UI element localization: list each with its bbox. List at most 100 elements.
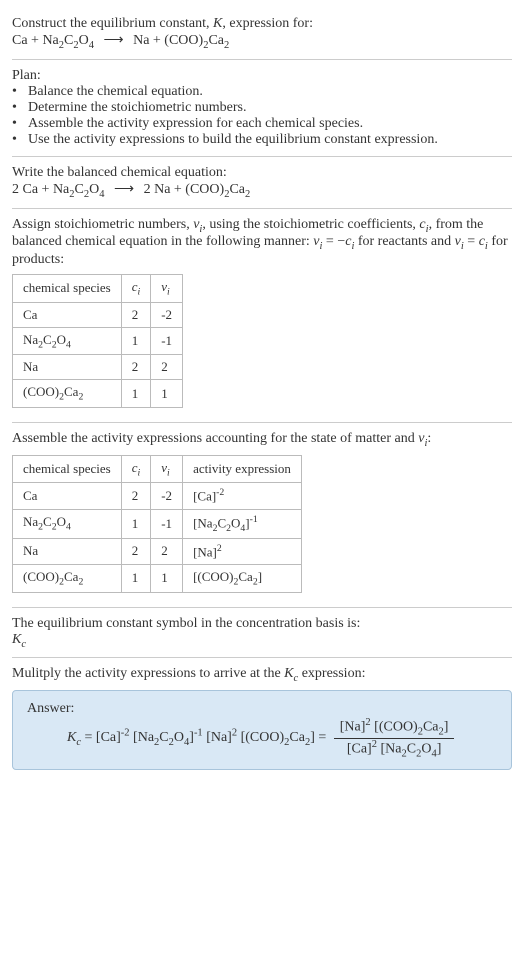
plan-item-text: Determine the stoichiometric numbers.	[28, 100, 247, 116]
col-vi: νi	[151, 275, 183, 303]
txt: expression:	[298, 666, 365, 681]
kc-text: The equilibrium constant symbol in the c…	[12, 616, 512, 632]
cell-v: -2	[151, 483, 183, 509]
table-header-row: chemical species ci νi	[13, 275, 183, 303]
plan-item-text: Assemble the activity expression for eac…	[28, 116, 363, 132]
arrow-icon: ⟶	[108, 182, 140, 197]
stoich-section: Assign stoichiometric numbers, νi, using…	[12, 209, 512, 423]
c-i: ci	[479, 234, 488, 249]
intro-K: K	[213, 16, 222, 31]
txt: Assemble the activity expressions accoun…	[12, 431, 418, 446]
col-species: chemical species	[13, 275, 122, 303]
activity-section: Assemble the activity expressions accoun…	[12, 423, 512, 608]
balanced-section: Write the balanced chemical equation: 2 …	[12, 157, 512, 209]
bullet-icon: •	[12, 100, 24, 116]
col-ci: ci	[121, 455, 151, 483]
col-species: chemical species	[13, 455, 122, 483]
bullet-icon: •	[12, 116, 24, 132]
balanced-heading: Write the balanced chemical equation:	[12, 165, 512, 181]
cell-c: 2	[121, 483, 151, 509]
table-row: Na 2 2 [Na]2	[13, 538, 302, 564]
cell-species: Ca	[13, 483, 122, 509]
unbalanced-equation: Ca + Na2C2O4 ⟶ Na + (COO)2Ca2	[12, 32, 512, 51]
cell-c: 1	[121, 380, 151, 408]
plan-heading: Plan:	[12, 68, 512, 84]
activity-table: chemical species ci νi activity expressi…	[12, 455, 302, 593]
table-row: Na 2 2	[13, 355, 183, 380]
plan-item-text: Use the activity expressions to build th…	[28, 132, 438, 148]
intro-text-b: , expression for:	[222, 16, 313, 31]
answer-box: Answer: Kc = [Ca]-2 [Na2C2O4]-1 [Na]2 [(…	[12, 690, 512, 770]
cell-c: 1	[121, 564, 151, 592]
cell-species: Na	[13, 538, 122, 564]
cell-c: 1	[121, 509, 151, 538]
bullet-icon: •	[12, 84, 24, 100]
kc-symbol: Kc	[12, 632, 512, 650]
table-row: Na2C2O4 1 -1 [Na2C2O4]-1	[13, 509, 302, 538]
balanced-equation: 2 Ca + Na2C2O4 ⟶ 2 Na + (COO)2Ca2	[12, 181, 512, 200]
cell-v: 1	[151, 564, 183, 592]
col-vi: νi	[151, 455, 183, 483]
txt: , using the stoichiometric coefficients,	[202, 217, 419, 232]
cell-activity: [Na]2	[183, 538, 302, 564]
table-row: Na2C2O4 1 -1	[13, 327, 183, 355]
cell-activity: [Na2C2O4]-1	[183, 509, 302, 538]
cell-species: Ca	[13, 302, 122, 327]
col-ci: ci	[121, 275, 151, 303]
table-row: (COO)2Ca2 1 1	[13, 380, 183, 408]
bullet-icon: •	[12, 132, 24, 148]
multiply-text: Mulitply the activity expressions to arr…	[12, 666, 512, 684]
assign-text: Assign stoichiometric numbers, νi, using…	[12, 217, 512, 269]
table-row: (COO)2Ca2 1 1 [(COO)2Ca2]	[13, 564, 302, 592]
arrow-icon: ⟶	[98, 33, 130, 48]
cell-species: (COO)2Ca2	[13, 564, 122, 592]
cell-species: Na2C2O4	[13, 509, 122, 538]
plan-item: •Use the activity expressions to build t…	[12, 132, 512, 148]
multiply-section: Mulitply the activity expressions to arr…	[12, 658, 512, 778]
cell-v: -1	[151, 327, 183, 355]
cell-v: 1	[151, 380, 183, 408]
plan-item-text: Balance the chemical equation.	[28, 84, 203, 100]
cell-species: (COO)2Ca2	[13, 380, 122, 408]
cell-c: 2	[121, 355, 151, 380]
txt: = −	[322, 234, 345, 249]
txt: Mulitply the activity expressions to arr…	[12, 666, 284, 681]
col-activity: activity expression	[183, 455, 302, 483]
c-i: ci	[419, 217, 428, 232]
txt: :	[427, 431, 431, 446]
cell-activity: [Ca]-2	[183, 483, 302, 509]
cell-species: Na	[13, 355, 122, 380]
table-row: Ca 2 -2 [Ca]-2	[13, 483, 302, 509]
cell-species: Na2C2O4	[13, 327, 122, 355]
plan-section: Plan: •Balance the chemical equation. •D…	[12, 60, 512, 157]
cell-c: 2	[121, 538, 151, 564]
kc-symbol-section: The equilibrium constant symbol in the c…	[12, 608, 512, 659]
txt: Assign stoichiometric numbers,	[12, 217, 193, 232]
nu-i: νi	[455, 234, 464, 249]
answer-formula: Kc = [Ca]-2 [Na2C2O4]-1 [Na]2 [(COO)2Ca2…	[27, 717, 497, 759]
table-header-row: chemical species ci νi activity expressi…	[13, 455, 302, 483]
cell-c: 1	[121, 327, 151, 355]
cell-v: 2	[151, 538, 183, 564]
intro-text-a: Construct the equilibrium constant,	[12, 16, 213, 31]
intro-line: Construct the equilibrium constant, K, e…	[12, 16, 512, 32]
kc-inline: Kc	[284, 666, 298, 681]
answer-label: Answer:	[27, 701, 497, 717]
cell-v: -1	[151, 509, 183, 538]
cell-activity: [(COO)2Ca2]	[183, 564, 302, 592]
cell-v: 2	[151, 355, 183, 380]
nu-i: νi	[193, 217, 202, 232]
fraction: [Na]2 [(COO)2Ca2] [Ca]2 [Na2C2O4]	[334, 717, 455, 759]
stoich-table: chemical species ci νi Ca 2 -2 Na2C2O4 1…	[12, 274, 183, 408]
txt: for reactants and	[354, 234, 454, 249]
cell-c: 2	[121, 302, 151, 327]
assemble-text: Assemble the activity expressions accoun…	[12, 431, 512, 449]
plan-item: •Assemble the activity expression for ea…	[12, 116, 512, 132]
cell-v: -2	[151, 302, 183, 327]
plan-item: •Balance the chemical equation.	[12, 84, 512, 100]
txt: =	[464, 234, 479, 249]
plan-item: •Determine the stoichiometric numbers.	[12, 100, 512, 116]
problem-statement: Construct the equilibrium constant, K, e…	[12, 8, 512, 60]
c-i: ci	[345, 234, 354, 249]
table-row: Ca 2 -2	[13, 302, 183, 327]
